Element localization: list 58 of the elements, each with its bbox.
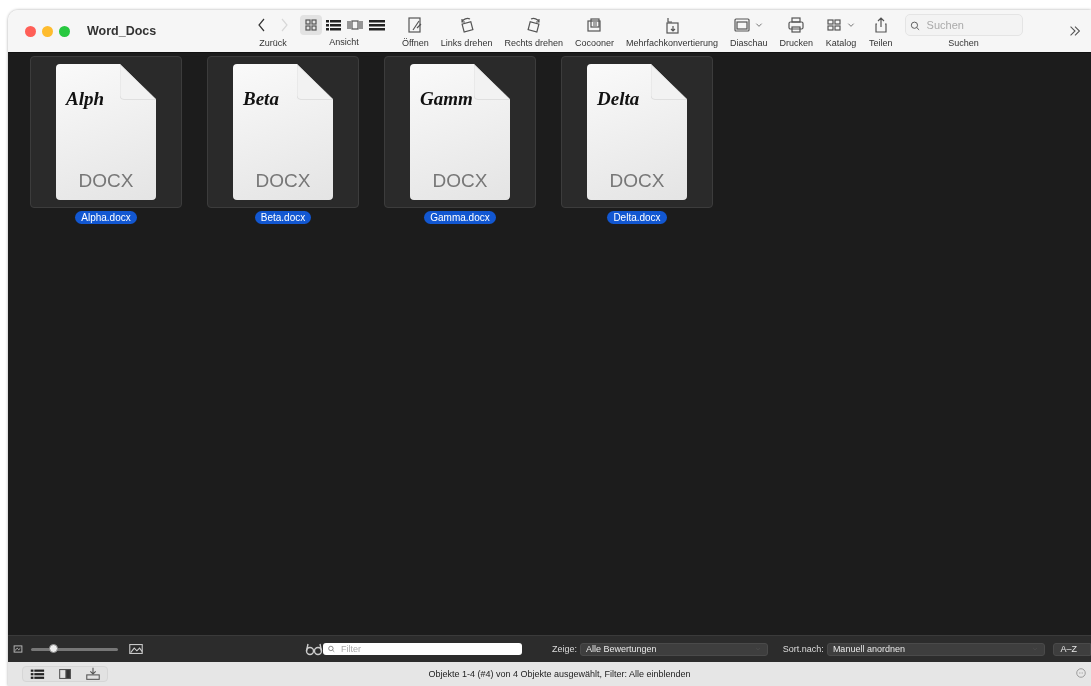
search-icon [326, 644, 337, 654]
zoom-slider[interactable] [31, 647, 118, 651]
page-fold-icon [651, 64, 687, 100]
file-name[interactable]: Alpha.docx [75, 211, 137, 224]
toolbar-button[interactable]: Drucken [779, 14, 814, 48]
file-type-label: DOCX [78, 170, 134, 192]
status-text: Objekte 1-4 (#4) von 4 Objekte ausgewählt, Filter: Alle einblenden [428, 669, 692, 679]
sort-label: Sort.nach: [782, 644, 824, 654]
page-fold-icon [120, 64, 156, 100]
preview-text: Delta [597, 88, 640, 110]
preview-text: Gamm [420, 88, 473, 110]
file-name[interactable]: Delta.docx [607, 211, 667, 224]
close-button[interactable] [25, 25, 36, 37]
preview-text: Beta [243, 88, 279, 110]
file-name[interactable]: Gamma.docx [424, 211, 496, 224]
toolbar-button[interactable]: Diaschau [730, 14, 768, 48]
page-fold-icon [474, 64, 510, 100]
file-tile[interactable]: Gamm DOCX [384, 56, 536, 208]
file-tile[interactable]: Alph DOCX [30, 56, 182, 208]
more-icon [1074, 666, 1088, 680]
grid-view-icon [302, 16, 320, 34]
search-field[interactable]: Suchen [904, 14, 1023, 36]
toolbar-button[interactable]: Öffnen [402, 14, 429, 48]
import-icon [85, 666, 101, 682]
toolbar-button[interactable]: Teilen [869, 14, 893, 48]
toolbar-button[interactable]: Katalog [825, 14, 858, 48]
toolbar-label: Ansicht [329, 37, 359, 47]
file-name[interactable]: Beta.docx [254, 211, 312, 224]
stack-icon [585, 16, 604, 34]
toolbar-button[interactable]: Mehrfachkonvertierung [626, 14, 719, 48]
rotate-right-icon [524, 16, 543, 34]
toolbar-label: Zurück [259, 38, 287, 48]
page-fold-icon [297, 64, 333, 100]
view-mode-control[interactable] [22, 666, 108, 682]
toolbar-button[interactable]: Cocooner [574, 14, 614, 48]
file-tile[interactable]: Beta DOCX [207, 56, 359, 208]
toolbar-button[interactable]: Links drehen [440, 14, 493, 48]
file-type-label: DOCX [609, 170, 665, 192]
grid-icon [825, 16, 844, 34]
convert-icon [663, 16, 681, 34]
slideshow-icon [732, 16, 751, 34]
file-tile[interactable]: Delta DOCX [561, 56, 713, 208]
file-type-label: DOCX [432, 170, 488, 192]
search-label: Suchen [948, 38, 979, 48]
sort-order-button[interactable]: A–Z [1053, 642, 1091, 656]
rating-dropdown[interactable]: Alle Bewertungen [579, 642, 768, 656]
small-image-icon [11, 642, 25, 656]
printer-icon [787, 16, 806, 34]
file-type-label: DOCX [255, 170, 311, 192]
slider-thumb[interactable] [49, 643, 59, 653]
filter-field[interactable]: Filter [322, 643, 522, 655]
toolbar-button[interactable]: Rechts drehen [504, 14, 563, 48]
large-image-icon [127, 641, 144, 657]
sort-dropdown[interactable]: Manuell anordnen [826, 642, 1046, 656]
sidebar-icon [57, 666, 73, 682]
window-title: Word_Docs [87, 24, 158, 38]
show-label: Zeige: [551, 644, 577, 654]
preview-text: Alph [66, 88, 105, 110]
